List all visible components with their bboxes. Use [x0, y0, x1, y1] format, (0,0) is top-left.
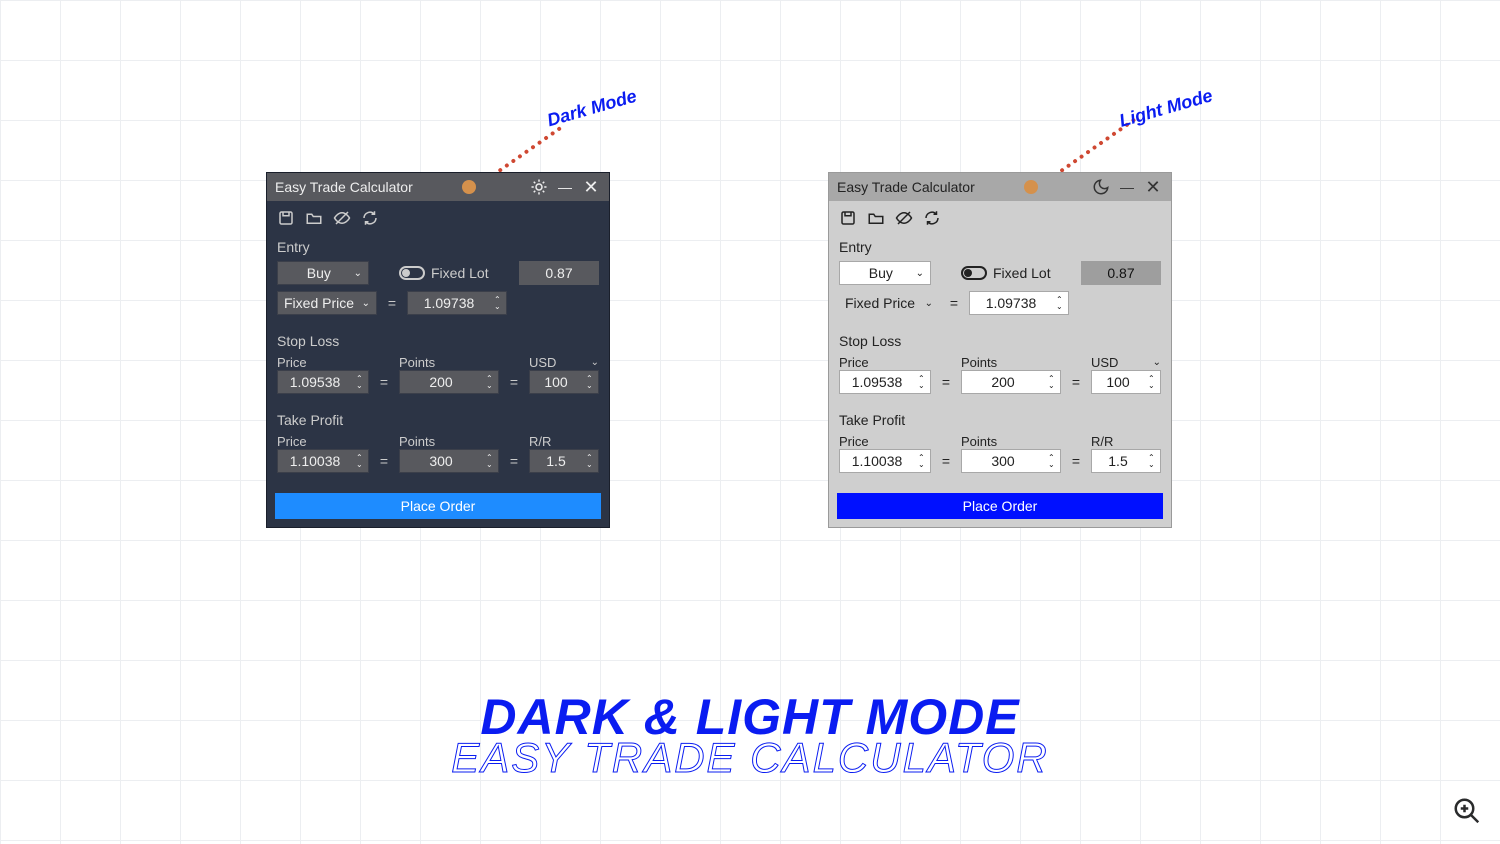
tp-price-input[interactable]: 1.10038⌃⌄	[277, 449, 369, 473]
sl-value-input[interactable]: 100⌃⌄	[529, 370, 599, 394]
window-title: Easy Trade Calculator	[837, 179, 975, 195]
tp-rr-input[interactable]: 1.5⌃⌄	[1091, 449, 1161, 473]
hide-icon[interactable]	[333, 209, 351, 227]
lot-value[interactable]: 0.87	[1081, 261, 1161, 285]
toolbar	[829, 201, 1171, 231]
open-icon[interactable]	[867, 209, 885, 227]
chevron-down-icon: ⌄	[1153, 357, 1161, 368]
sl-points-label: Points	[961, 355, 1061, 370]
entry-price-input[interactable]: 1.09738⌃⌄	[407, 291, 507, 315]
minimize-icon[interactable]: —	[1117, 178, 1137, 196]
stoploss-label: Stop Loss	[277, 333, 599, 349]
price-mode-select[interactable]: Fixed Price⌄	[839, 291, 939, 315]
titlebar: Easy Trade Calculator — ✕	[829, 173, 1171, 201]
sl-price-input[interactable]: 1.09538⌃⌄	[277, 370, 369, 394]
toolbar	[267, 201, 609, 231]
sl-points-label: Points	[399, 355, 499, 370]
chevron-down-icon: ⌄	[925, 298, 933, 309]
close-icon[interactable]: ✕	[1143, 178, 1163, 196]
refresh-icon[interactable]	[361, 209, 379, 227]
annotation-dark-mode: Dark Mode	[545, 86, 639, 132]
titlebar: Easy Trade Calculator — ✕	[267, 173, 609, 201]
price-mode-select[interactable]: Fixed Price⌄	[277, 291, 377, 315]
headline: DARK & LIGHT MODE EASY TRADE CALCULATOR	[0, 688, 1500, 782]
zoom-in-icon[interactable]	[1452, 796, 1482, 826]
refresh-icon[interactable]	[923, 209, 941, 227]
tp-points-input[interactable]: 300⌃⌄	[961, 449, 1061, 473]
save-icon[interactable]	[277, 209, 295, 227]
sl-points-input[interactable]: 200⌃⌄	[399, 370, 499, 394]
chevron-down-icon: ⌄	[362, 298, 370, 309]
equals-sign: =	[385, 295, 399, 311]
sl-value-input[interactable]: 100⌃⌄	[1091, 370, 1161, 394]
lot-mode-toggle[interactable]: Fixed Lot	[961, 265, 1051, 281]
open-icon[interactable]	[305, 209, 323, 227]
tp-points-label: Points	[399, 434, 499, 449]
entry-label: Entry	[277, 239, 599, 255]
save-icon[interactable]	[839, 209, 857, 227]
minimize-icon[interactable]: —	[555, 178, 575, 196]
sl-price-label: Price	[839, 355, 931, 370]
sl-currency-select[interactable]: USD⌄	[529, 355, 599, 370]
lot-mode-toggle[interactable]: Fixed Lot	[399, 265, 489, 281]
tp-price-input[interactable]: 1.10038⌃⌄	[839, 449, 931, 473]
tp-points-input[interactable]: 300⌃⌄	[399, 449, 499, 473]
tp-price-label: Price	[839, 434, 931, 449]
record-indicator-icon	[1024, 180, 1038, 194]
lot-value[interactable]: 0.87	[519, 261, 599, 285]
tp-rr-input[interactable]: 1.5⌃⌄	[529, 449, 599, 473]
record-indicator-icon	[462, 180, 476, 194]
takeprofit-label: Take Profit	[277, 412, 599, 428]
place-order-button[interactable]: Place Order	[837, 493, 1163, 519]
close-icon[interactable]: ✕	[581, 178, 601, 196]
side-select[interactable]: Buy⌄	[839, 261, 931, 285]
hide-icon[interactable]	[895, 209, 913, 227]
place-order-button[interactable]: Place Order	[275, 493, 601, 519]
takeprofit-label: Take Profit	[839, 412, 1161, 428]
tp-rr-label: R/R	[1091, 434, 1161, 449]
entry-price-input[interactable]: 1.09738⌃⌄	[969, 291, 1069, 315]
side-select[interactable]: Buy⌄	[277, 261, 369, 285]
sl-points-input[interactable]: 200⌃⌄	[961, 370, 1061, 394]
sl-currency-select[interactable]: USD⌄	[1091, 355, 1161, 370]
sl-price-input[interactable]: 1.09538⌃⌄	[839, 370, 931, 394]
tp-price-label: Price	[277, 434, 369, 449]
chevron-down-icon: ⌄	[916, 268, 924, 279]
calculator-panel-light: Easy Trade Calculator — ✕ Entry Buy⌄ Fix…	[828, 172, 1172, 528]
tp-rr-label: R/R	[529, 434, 599, 449]
entry-label: Entry	[839, 239, 1161, 255]
headline-sub: EASY TRADE CALCULATOR	[0, 734, 1500, 782]
theme-toggle-icon[interactable]	[1091, 178, 1111, 196]
window-title: Easy Trade Calculator	[275, 179, 413, 195]
theme-toggle-icon[interactable]	[529, 178, 549, 196]
annotation-light-mode: Light Mode	[1117, 85, 1215, 132]
sl-price-label: Price	[277, 355, 369, 370]
stoploss-label: Stop Loss	[839, 333, 1161, 349]
tp-points-label: Points	[961, 434, 1061, 449]
equals-sign: =	[947, 295, 961, 311]
chevron-down-icon: ⌄	[354, 268, 362, 279]
calculator-panel-dark: Easy Trade Calculator — ✕ Entry Buy⌄ Fix…	[266, 172, 610, 528]
chevron-down-icon: ⌄	[591, 357, 599, 368]
